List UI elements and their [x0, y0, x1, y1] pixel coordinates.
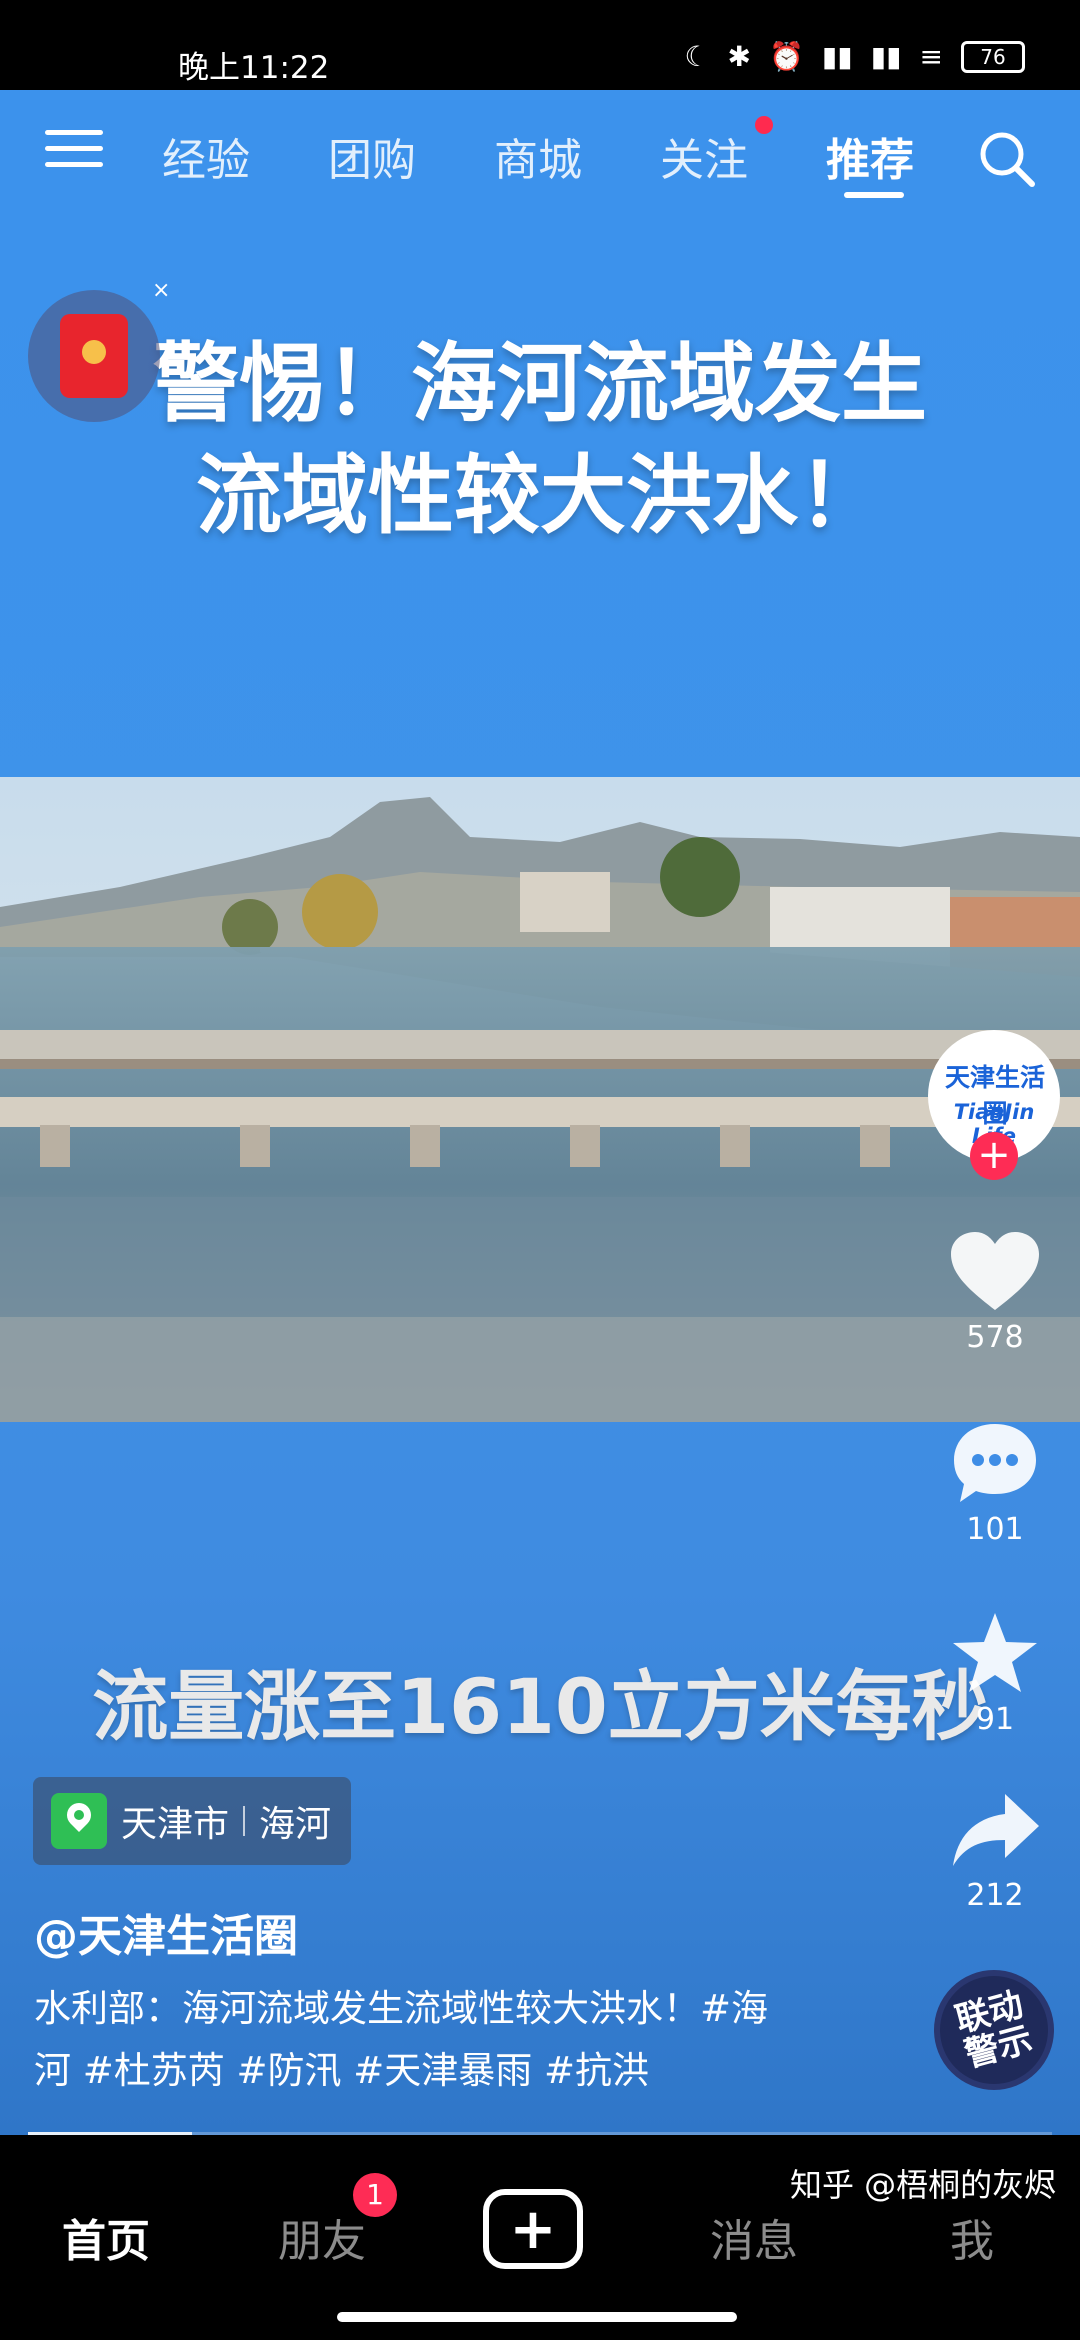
share-button[interactable]: 212: [940, 1790, 1050, 1913]
location-separator: [243, 1806, 246, 1836]
tab-mall[interactable]: 商城: [494, 124, 582, 188]
music-disc-text: 联动 警示: [951, 1984, 1037, 2076]
location-place: 海河: [259, 1804, 332, 1845]
share-count: 212: [966, 1878, 1024, 1913]
search-icon[interactable]: [976, 128, 1036, 188]
tab-experience[interactable]: 经验: [162, 124, 250, 188]
friends-badge: 1: [353, 2173, 397, 2217]
status-bar: 晚上11:22 ☾ ✱ ⏰ ▮▮ ▮▮ ≡ 76: [0, 0, 1080, 90]
red-packet-icon: [60, 314, 128, 398]
nav-messages[interactable]: 消息: [710, 2205, 798, 2269]
favorite-button[interactable]: 91: [940, 1610, 1050, 1737]
like-count: 578: [966, 1320, 1024, 1355]
comment-count: 101: [966, 1512, 1024, 1547]
like-button[interactable]: 578: [940, 1230, 1050, 1355]
location-city: 天津市: [121, 1804, 230, 1845]
video-player[interactable]: 经验 团购 商城 关注 推荐 警惕！海河流域发生 流域性较大洪水！ × 流量涨至…: [0, 90, 1080, 2136]
red-packet-button[interactable]: [28, 290, 160, 422]
headline-line-2: 流域性较大洪水！: [196, 446, 884, 546]
author-name[interactable]: @天津生活圈: [34, 1900, 298, 1964]
create-button[interactable]: +: [483, 2189, 583, 2269]
video-caption: 流量涨至1610立方米每秒: [92, 1662, 988, 1751]
heart-icon: [951, 1232, 1039, 1310]
moon-icon: ☾: [684, 40, 710, 73]
status-time: 晚上11:22: [178, 50, 330, 86]
star-icon: [953, 1613, 1037, 1692]
description-line-1: 水利部：海河流域发生流域性较大洪水！#海: [34, 1987, 769, 2030]
wifi-icon: ≡: [919, 40, 943, 73]
nav-home[interactable]: 首页: [62, 2205, 150, 2269]
bluetooth-icon: ✱: [727, 40, 751, 73]
video-frame-photo: [0, 777, 1080, 1422]
battery-icon: 76: [961, 40, 1025, 73]
headline-line-1: 警惕！海河流域发生: [153, 334, 927, 434]
signal-icon: ▮▮: [821, 40, 853, 73]
video-headline: 警惕！海河流域发生 流域性较大洪水！: [0, 328, 1080, 552]
comment-icon: [954, 1424, 1036, 1502]
close-icon[interactable]: ×: [152, 278, 170, 303]
nav-friends[interactable]: 朋友: [278, 2205, 366, 2269]
menu-icon[interactable]: [45, 130, 103, 178]
location-pin-icon: [51, 1793, 107, 1849]
tab-group-buy[interactable]: 团购: [328, 124, 416, 188]
following-dot-badge: [755, 116, 773, 134]
comment-button[interactable]: 101: [940, 1420, 1050, 1547]
tab-recommend[interactable]: 推荐: [826, 124, 914, 188]
signal-icon-2: ▮▮: [870, 40, 902, 73]
follow-button[interactable]: +: [970, 1132, 1018, 1180]
status-icons: ☾ ✱ ⏰ ▮▮ ▮▮ ≡ 76: [684, 40, 1025, 73]
location-tag[interactable]: 天津市 海河: [33, 1777, 352, 1865]
video-description[interactable]: 水利部：海河流域发生流域性较大洪水！#海 河 #杜苏芮 #防汛 #天津暴雨 #抗…: [34, 1978, 854, 2102]
description-line-2: 河 #杜苏芮 #防汛 #天津暴雨 #抗洪: [34, 2049, 650, 2092]
active-tab-indicator: [844, 192, 904, 198]
home-indicator: [337, 2312, 737, 2322]
tab-following[interactable]: 关注: [660, 124, 748, 188]
alarm-icon: ⏰: [769, 40, 804, 73]
music-disc-icon[interactable]: 联动 警示: [934, 1970, 1054, 2090]
watermark-text: 知乎 @梧桐的灰烬: [790, 2166, 1057, 2204]
favorite-count: 91: [975, 1702, 1015, 1737]
top-nav: 经验 团购 商城 关注 推荐: [0, 90, 1080, 210]
share-icon: [953, 1794, 1039, 1866]
nav-me[interactable]: 我: [950, 2205, 994, 2269]
